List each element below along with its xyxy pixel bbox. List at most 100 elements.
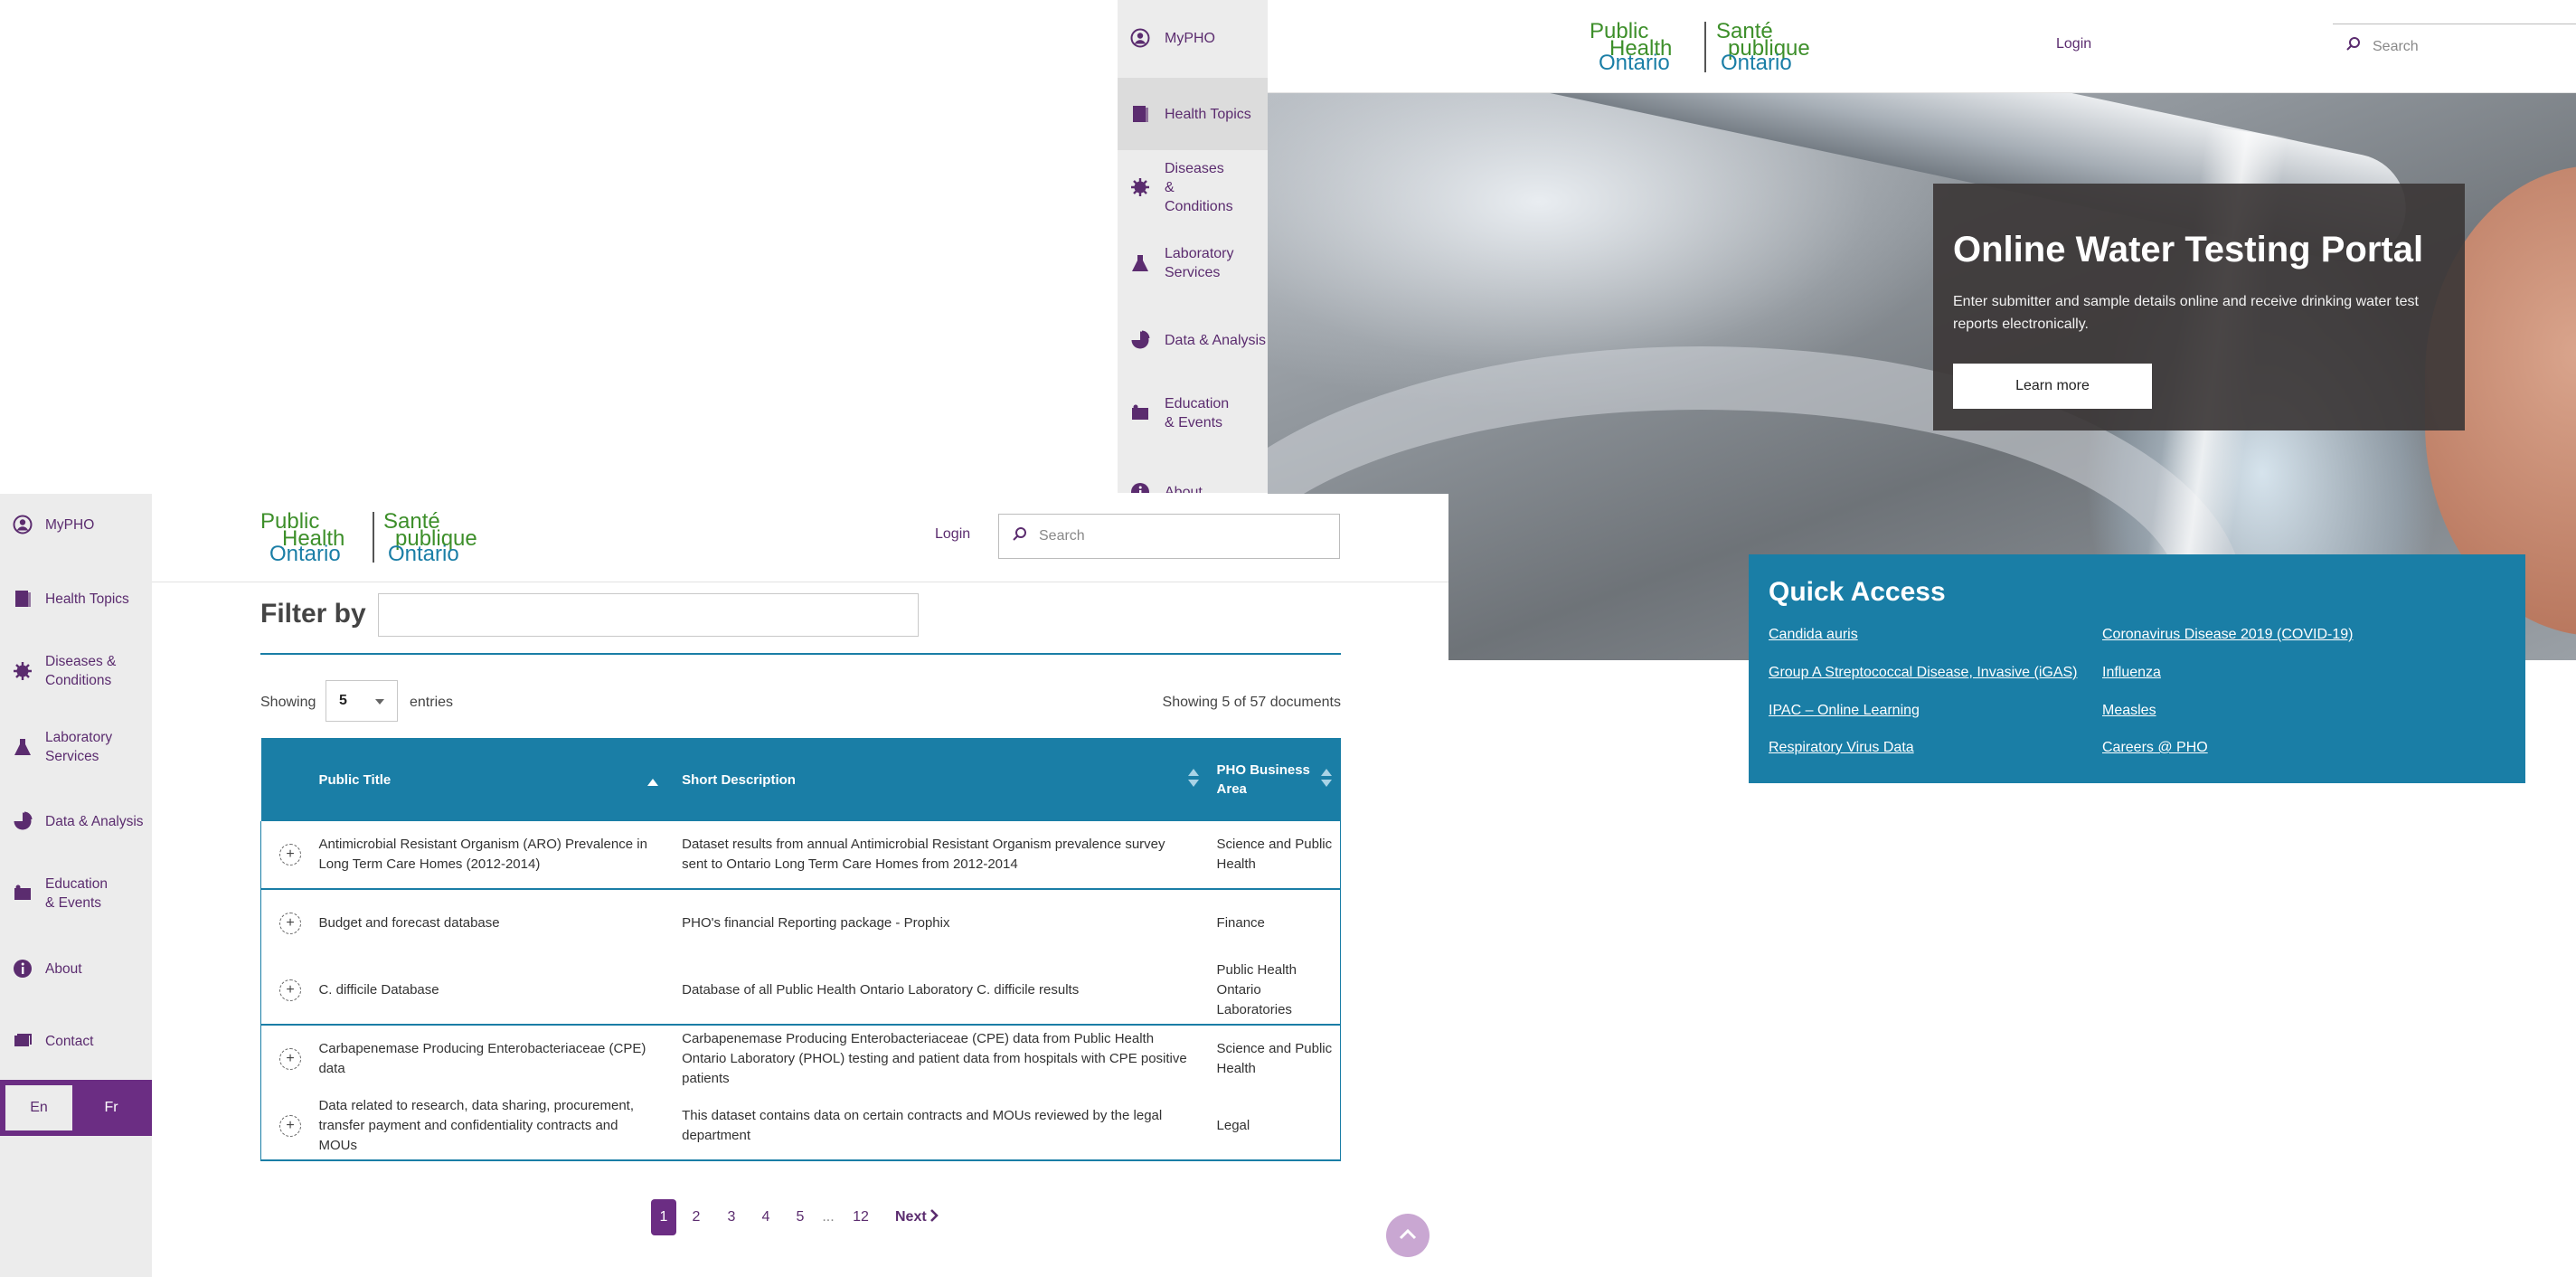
- expand-row-icon[interactable]: +: [279, 913, 301, 934]
- expand-row-icon[interactable]: +: [279, 1048, 301, 1070]
- virus-icon: [11, 659, 34, 683]
- quick-link[interactable]: IPAC – Online Learning: [1769, 703, 1920, 719]
- table-row[interactable]: + Budget and forecast database PHO's fin…: [260, 889, 1341, 957]
- sidebar-item-about[interactable]: About: [1118, 472, 1268, 493]
- language-switcher: En Fr: [0, 1080, 152, 1136]
- page-button[interactable]: 1: [651, 1199, 676, 1235]
- sidebar-item-label: Education & Events: [1165, 396, 1230, 430]
- back-sidebar: MyPHO Health Topics Diseases & Condition…: [1118, 0, 1268, 493]
- sidebar-item-data-analysis[interactable]: Data & Analysis: [0, 803, 152, 839]
- sidebar-item-mypho[interactable]: MyPHO: [1118, 18, 1268, 58]
- entries-label: entries: [410, 695, 454, 710]
- sidebar-item-label: MyPHO: [45, 516, 95, 533]
- next-page-button[interactable]: Next: [895, 1199, 939, 1235]
- quick-link[interactable]: Careers @ PHO: [2102, 740, 2208, 756]
- expand-row-icon[interactable]: +: [279, 844, 301, 866]
- sidebar-item-contact[interactable]: Contact: [0, 1023, 152, 1059]
- presentation-icon: [1128, 402, 1152, 425]
- pie-chart-icon: [11, 809, 34, 833]
- presentation-icon: [11, 882, 34, 905]
- sort-icon: [1320, 769, 1332, 792]
- search-icon: [2345, 36, 2362, 57]
- sidebar-item-education[interactable]: Education & Events: [1118, 387, 1268, 440]
- column-header-title[interactable]: Public Title: [318, 738, 673, 821]
- lang-fr-button[interactable]: Fr: [76, 1085, 146, 1130]
- page-button[interactable]: 2: [687, 1199, 705, 1235]
- documents-content: Filter by Showing 5 entries Showing 5 of…: [260, 582, 1341, 1277]
- book-icon: [11, 587, 34, 610]
- sidebar-item-mypho[interactable]: MyPHO: [0, 506, 152, 543]
- logo[interactable]: Public Health Ontario Santé publique Ont…: [1590, 20, 1816, 74]
- quick-link[interactable]: Coronavirus Disease 2019 (COVID-19): [2102, 627, 2353, 643]
- document-count: Showing 5 of 57 documents: [1162, 695, 1341, 710]
- documents-table: Public Title Short Description PHO Busin…: [260, 738, 1341, 1161]
- entries-select[interactable]: 5: [326, 680, 398, 722]
- sidebar-item-label: Diseases & Conditions: [45, 654, 117, 688]
- sidebar-item-diseases[interactable]: Diseases & Conditions: [1118, 161, 1268, 214]
- sidebar-item-diseases[interactable]: Diseases & Conditions: [0, 646, 152, 696]
- table-row[interactable]: + Data related to research, data sharing…: [260, 1093, 1341, 1160]
- lang-en-button[interactable]: En: [5, 1085, 72, 1130]
- quick-access-panel: Quick Access Candida auris Coronavirus D…: [1749, 554, 2525, 783]
- table-row[interactable]: + C. difficile Database Database of all …: [260, 957, 1341, 1025]
- user-circle-icon: [11, 513, 34, 536]
- back-header: Public Health Ontario Santé publique Ont…: [1268, 0, 2576, 93]
- sidebar-item-label: MyPHO: [1165, 30, 1215, 46]
- sidebar-item-education[interactable]: Education & Events: [0, 868, 152, 919]
- sidebar-item-label: Contact: [45, 1033, 94, 1049]
- page-ellipsis: ...: [822, 1209, 835, 1225]
- pie-chart-icon: [1128, 328, 1152, 352]
- front-sidebar: MyPHO Health Topics Diseases & Condition…: [0, 494, 152, 1277]
- quick-access-title: Quick Access: [1769, 577, 1946, 607]
- chevron-up-icon: [1399, 1227, 1417, 1244]
- column-header-description[interactable]: Short Description: [673, 738, 1207, 821]
- table-row[interactable]: + Antimicrobial Resistant Organism (ARO)…: [260, 821, 1341, 889]
- sidebar-item-label: Data & Analysis: [1165, 332, 1267, 348]
- expand-row-icon[interactable]: +: [279, 1115, 301, 1137]
- filter-input[interactable]: [378, 593, 919, 637]
- page-button[interactable]: 4: [757, 1199, 775, 1235]
- sidebar-item-label: Health Topics: [45, 591, 129, 607]
- sidebar-item-label: Laboratory Services: [45, 730, 113, 764]
- sidebar-item-laboratory[interactable]: Laboratory Services: [0, 722, 152, 772]
- learn-more-button[interactable]: Learn more: [1953, 364, 2152, 409]
- sidebar-item-health-topics[interactable]: Health Topics: [1118, 78, 1268, 150]
- column-header-area[interactable]: PHO Business Area: [1208, 738, 1341, 821]
- quick-link[interactable]: Measles: [2102, 703, 2156, 719]
- sidebar-item-data-analysis[interactable]: Data & Analysis: [1118, 320, 1268, 360]
- sidebar-item-label: Education & Events: [45, 876, 108, 911]
- info-icon: [1128, 480, 1152, 493]
- page-button[interactable]: 5: [791, 1199, 809, 1235]
- contact-icon: [11, 1029, 34, 1053]
- sidebar-item-label: About: [1165, 484, 1203, 494]
- login-link[interactable]: Login: [935, 526, 970, 543]
- sidebar-item-laboratory[interactable]: Laboratory Services: [1118, 237, 1268, 289]
- search-input[interactable]: Search: [2333, 24, 2576, 69]
- filter-label: Filter by: [260, 599, 366, 629]
- flask-icon: [11, 735, 34, 759]
- expand-row-icon[interactable]: +: [279, 979, 301, 1001]
- front-header: Public Health Ontario Santé publique Ont…: [152, 494, 1448, 582]
- sidebar-item-health-topics[interactable]: Health Topics: [0, 581, 152, 617]
- quick-link[interactable]: Candida auris: [1769, 627, 1858, 643]
- flask-icon: [1128, 251, 1152, 275]
- book-icon: [1128, 102, 1152, 126]
- table-header-row: Public Title Short Description PHO Busin…: [260, 738, 1341, 821]
- search-input[interactable]: Search: [998, 514, 1340, 559]
- sidebar-item-label: Laboratory Services: [1165, 246, 1234, 280]
- showing-label: Showing: [260, 695, 316, 710]
- login-link[interactable]: Login: [2056, 36, 2091, 52]
- quick-link[interactable]: Respiratory Virus Data: [1769, 740, 1914, 756]
- page-button[interactable]: 12: [850, 1199, 872, 1235]
- virus-icon: [1128, 175, 1152, 199]
- sort-asc-icon: [647, 772, 659, 791]
- sidebar-item-about[interactable]: About: [0, 951, 152, 987]
- sort-icon: [1187, 769, 1199, 792]
- portal-title: Online Water Testing Portal: [1953, 230, 2424, 270]
- quick-link[interactable]: Influenza: [2102, 665, 2161, 681]
- back-to-top-button[interactable]: [1386, 1214, 1430, 1257]
- quick-link[interactable]: Group A Streptococcal Disease, Invasive …: [1769, 665, 2077, 681]
- logo[interactable]: Public Health Ontario Santé publique Ont…: [260, 510, 486, 565]
- page-button[interactable]: 3: [722, 1199, 741, 1235]
- table-row[interactable]: + Carbapenemase Producing Enterobacteria…: [260, 1025, 1341, 1093]
